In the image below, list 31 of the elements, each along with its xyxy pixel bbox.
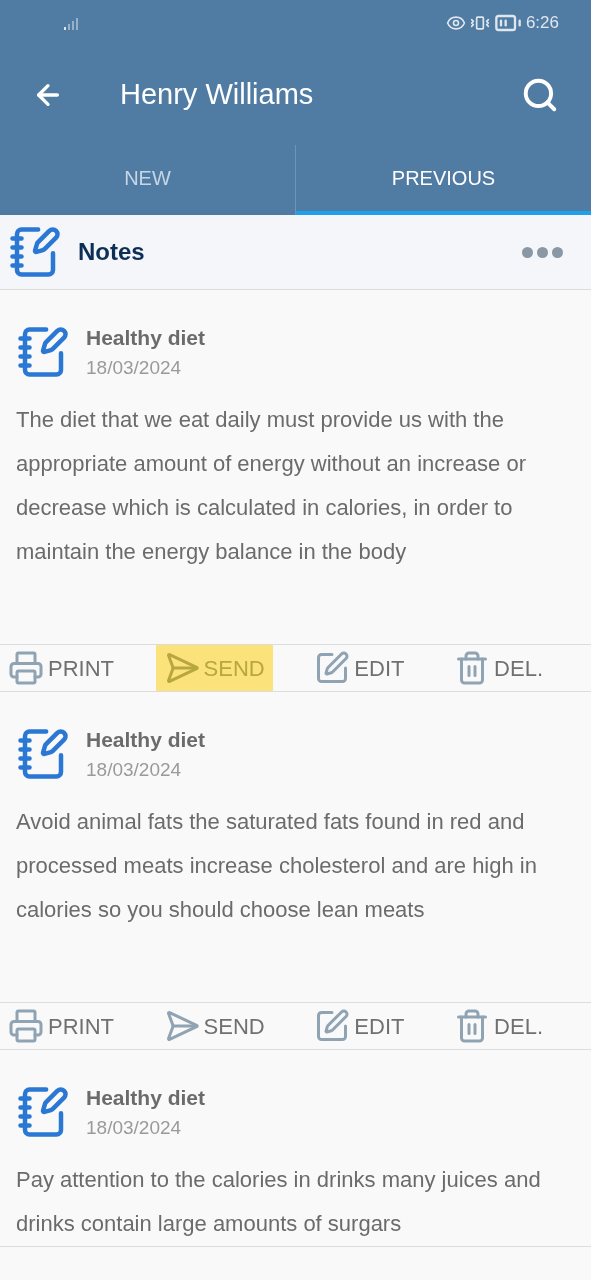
signal-icon — [64, 15, 80, 30]
action-button[interactable]: PRINT — [0, 1003, 122, 1049]
action-button[interactable]: DEL. — [446, 1003, 551, 1049]
status-time: 6:26 — [525, 11, 559, 34]
more-button[interactable] — [522, 246, 563, 258]
action-button[interactable]: SEND — [155, 1003, 273, 1049]
note-date: 18/03/2024 — [86, 355, 183, 380]
notepad-icon — [16, 727, 70, 781]
note-date: 18/03/2024 — [86, 1115, 183, 1140]
tab[interactable]: NEW — [0, 145, 295, 215]
action-button[interactable]: EDIT — [306, 645, 413, 691]
edit-icon — [314, 650, 351, 686]
note-text: Avoid animal fats the saturated fats found in red and processed meats increase cholesterol and are high in calories so you should choose lean meats — [15, 808, 538, 924]
action-button[interactable]: DEL. — [446, 645, 551, 691]
notepad-icon — [8, 225, 62, 279]
action-button[interactable]: EDIT — [306, 1003, 413, 1049]
search-icon[interactable] — [521, 76, 559, 114]
note-title: Healthy diet — [86, 325, 206, 351]
notepad-icon — [16, 1085, 70, 1139]
printer-icon — [8, 650, 44, 686]
action-button[interactable]: PRINT — [0, 645, 122, 691]
edit-icon — [314, 1008, 351, 1044]
section-title: Notes — [78, 237, 146, 267]
printer-icon — [8, 1008, 44, 1044]
header-title: Henry Williams — [120, 77, 315, 113]
note-title: Healthy diet — [86, 727, 206, 753]
note-text: Pay attention to the calories in drinks many juices and drinks contain large amounts of surgars — [15, 1166, 542, 1238]
note-date: 18/03/2024 — [86, 757, 183, 782]
note-text: The diet that we eat daily must provide us with the appropriate amount of energy without an increase or decrease which is calculated in calories, in order to maintain the energy balance in the body — [15, 406, 527, 566]
note-title: Healthy diet — [86, 1085, 206, 1111]
notepad-icon — [16, 325, 70, 379]
